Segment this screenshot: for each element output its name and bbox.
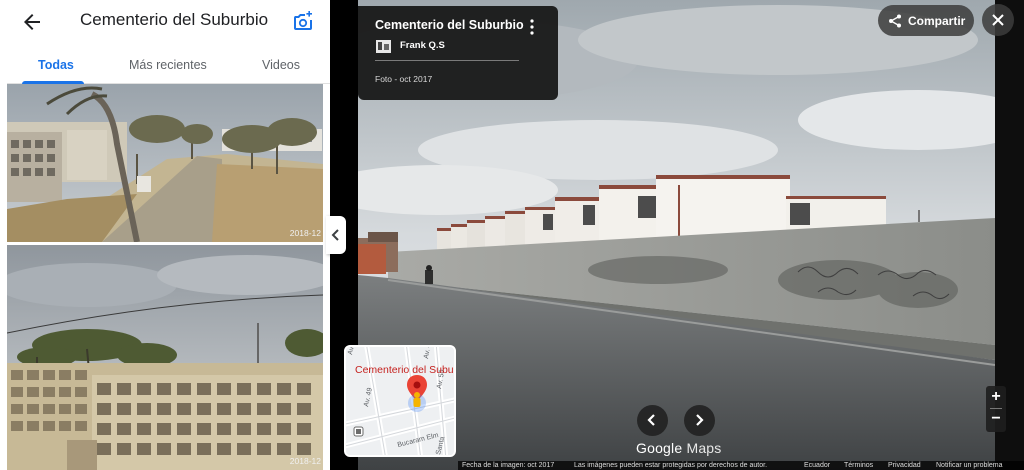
zoom-divider	[990, 408, 1002, 409]
brand-maps: Maps	[686, 440, 722, 456]
card-author[interactable]: Frank Q.S	[400, 40, 445, 51]
minimap[interactable]: Av. 49 Av. 48 Av. 50 Av. 51 Bucaram Elm …	[344, 345, 456, 457]
chevron-right-icon	[696, 414, 704, 426]
card-title[interactable]: Cementerio del Suburbio	[375, 18, 524, 32]
add-photo-icon	[293, 11, 312, 30]
privacy-link[interactable]: Privacidad	[888, 462, 921, 469]
close-button[interactable]	[982, 4, 1014, 36]
more-options-button[interactable]	[527, 18, 537, 36]
photo-thumbnail[interactable]: 2018-12	[7, 245, 323, 470]
back-arrow-icon	[24, 14, 40, 30]
next-photo-button[interactable]	[684, 405, 715, 436]
report-problem-link[interactable]: Notificar un problema	[936, 462, 1003, 469]
photo-image	[7, 245, 323, 470]
chevron-left-icon	[647, 414, 655, 426]
photo-date: 2018-12	[289, 228, 321, 238]
panel-header: Cementerio del Suburbio	[0, 0, 330, 44]
brand-google: Google	[636, 440, 683, 456]
photo-image	[7, 84, 323, 242]
author-avatar[interactable]	[375, 39, 392, 54]
attribution-footer: Fecha de la imagen: oct 2017 Las imágene…	[458, 461, 1024, 470]
chevron-left-icon	[331, 229, 339, 241]
tab-all[interactable]: Todas	[38, 58, 74, 72]
country-link[interactable]: Ecuador	[804, 462, 830, 469]
photo-thumbnail[interactable]: 2018-12	[7, 84, 323, 242]
more-vert-icon	[530, 19, 534, 35]
tab-videos[interactable]: Videos	[262, 58, 300, 72]
share-button[interactable]: Compartir	[878, 5, 974, 36]
terms-link[interactable]: Términos	[844, 462, 873, 469]
share-icon	[889, 14, 901, 28]
photo-panel: Cementerio del Suburbio Todas Más recien…	[0, 0, 330, 470]
zoom-control: + −	[986, 386, 1006, 432]
zoom-in-button[interactable]: +	[986, 388, 1006, 408]
image-date: Fecha de la imagen: oct 2017	[462, 462, 555, 469]
collapse-panel-button[interactable]	[326, 216, 346, 254]
previous-photo-button[interactable]	[637, 405, 668, 436]
photo-date: 2018-12	[289, 456, 321, 466]
back-button[interactable]	[20, 10, 44, 34]
share-label: Compartir	[908, 14, 966, 28]
google-maps-logo: Google Maps	[636, 440, 722, 456]
photo-tabs: Todas Más recientes Videos	[0, 48, 330, 84]
author-icon	[376, 40, 391, 53]
copyright-notice: Las imágenes pueden estar protegidas por…	[574, 462, 768, 469]
card-date: Foto - oct 2017	[375, 74, 433, 84]
add-photo-button[interactable]	[291, 9, 315, 33]
card-divider	[375, 60, 519, 61]
panel-edge	[0, 0, 7, 470]
tab-recent[interactable]: Más recientes	[129, 58, 207, 72]
panel-title: Cementerio del Suburbio	[80, 10, 269, 29]
close-icon	[992, 14, 1004, 26]
zoom-out-button[interactable]: −	[986, 410, 1006, 430]
minimap-place-label: Cementerio del Subu	[355, 364, 454, 376]
photo-info-card: Cementerio del Suburbio Frank Q.S Foto -…	[358, 6, 558, 100]
